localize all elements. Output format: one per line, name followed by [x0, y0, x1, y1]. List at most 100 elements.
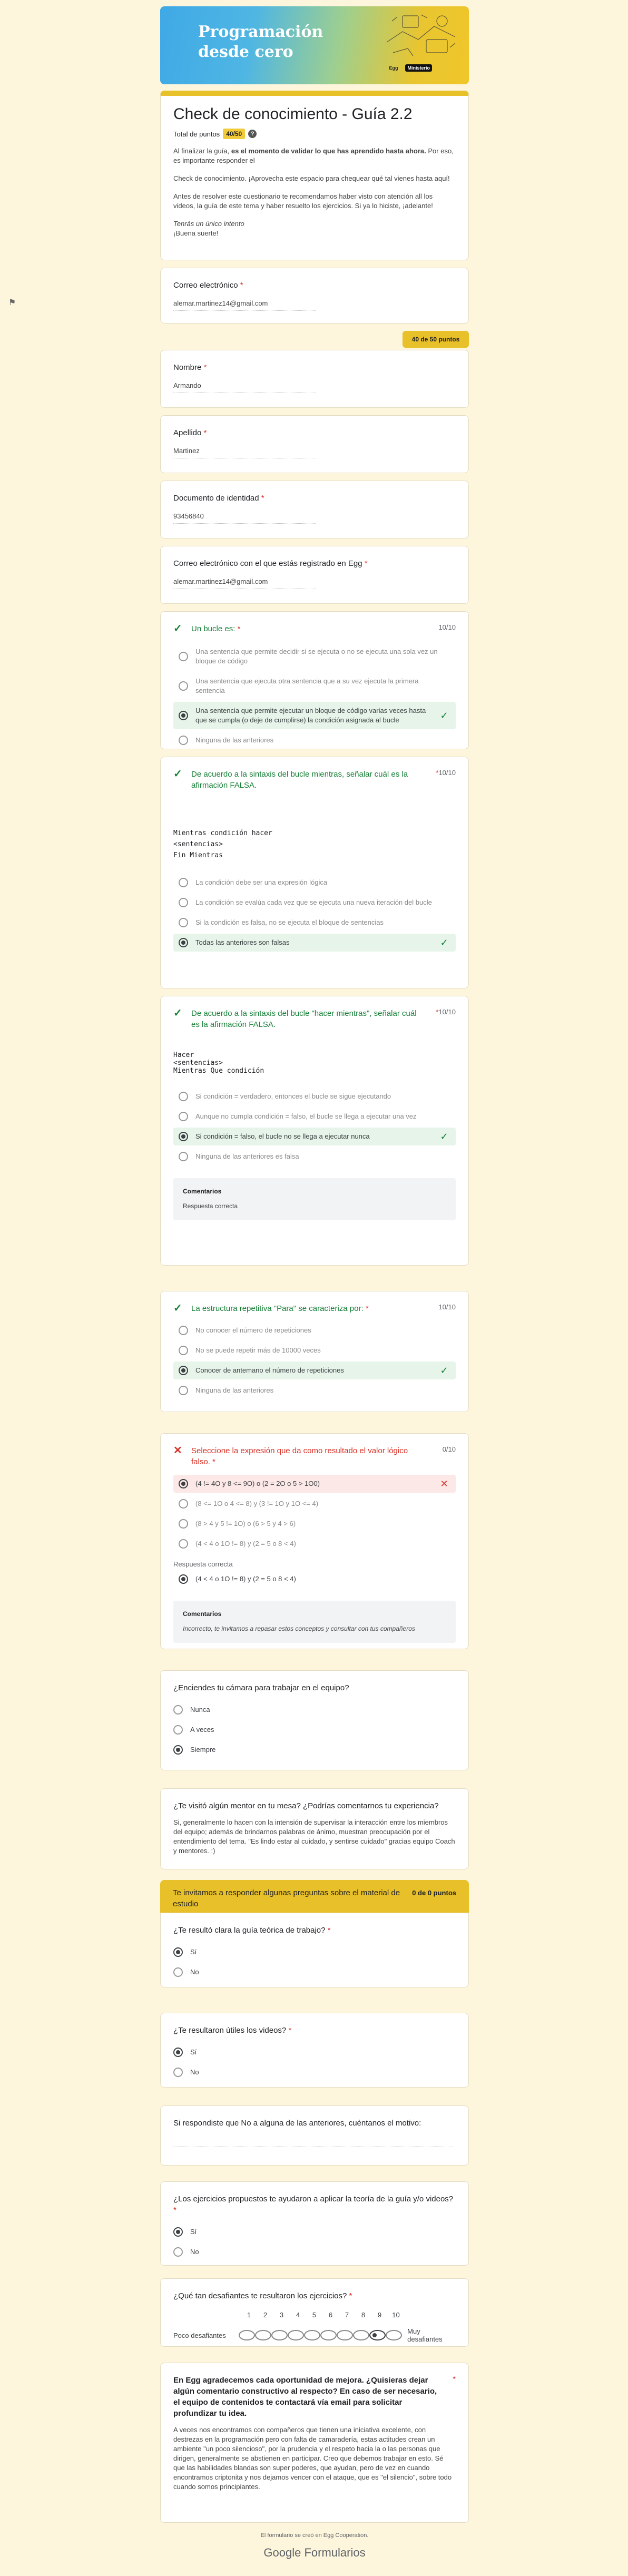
scale-option[interactable] — [386, 2330, 403, 2340]
question-score: 10/10 — [438, 623, 456, 631]
radio-icon — [179, 1112, 188, 1121]
option-selected-correct[interactable]: Conocer de antemano el número de repetic… — [173, 1362, 456, 1379]
scale-option[interactable] — [255, 2330, 272, 2340]
footer-note: El formulario se creó en Egg Cooperation… — [260, 2532, 369, 2539]
ministry-logo: Ministerio — [405, 64, 432, 72]
option[interactable]: Si la condición es falsa, no se ejecuta … — [173, 914, 456, 932]
scale-radio[interactable] — [271, 2330, 288, 2340]
option[interactable]: No — [173, 2243, 456, 2261]
option-selected-wrong[interactable]: (4 != 4O y 8 <= 9O) o (2 = 2O o 5 > 1O0)… — [173, 1475, 456, 1493]
question-bucle: ✓ Un bucle es: * 10/10 Una sentencia que… — [160, 611, 469, 749]
option[interactable]: No — [173, 2063, 456, 2081]
question-header: ✕ Seleccione la expresión que da como re… — [173, 1445, 456, 1467]
radio-icon — [173, 2068, 183, 2077]
scale-radio[interactable] — [255, 2330, 272, 2340]
scale-option[interactable] — [353, 2330, 370, 2340]
option[interactable]: (8 <= 1O o 4 <= 8) y (3 != 1O y 1O <= 4) — [173, 1495, 456, 1513]
scale-radio[interactable] — [353, 2330, 370, 2340]
question-score: *10/10 — [436, 1008, 456, 1016]
question-header: ✓ De acuerdo a la sintaxis del bucle mie… — [173, 769, 456, 791]
email-field[interactable]: alemar.martinez14@gmail.com — [173, 299, 316, 311]
radio-selected-icon — [179, 1132, 188, 1141]
question-title: En Egg agradecemos cada oportunidad de m… — [173, 2376, 437, 2418]
option[interactable]: (4 < 4 o 1O != 8) y (2 = 5 o 8 < 4) — [173, 1535, 456, 1553]
question-title: Seleccione la expresión que da como resu… — [191, 1446, 408, 1466]
scale-option[interactable] — [239, 2330, 256, 2340]
email-label: Correo electrónico * — [173, 281, 243, 290]
intro-text-a: Al finalizar la guía, — [173, 147, 230, 155]
option[interactable]: Si condición = verdadero, entonces el bu… — [173, 1088, 456, 1105]
options-list: Sí No — [173, 2223, 456, 2261]
scale-radio[interactable] — [288, 2330, 305, 2340]
scale-number: 10 — [392, 2311, 400, 2319]
option[interactable]: Una sentencia que permite decidir si se … — [173, 643, 456, 670]
apellido-label: Apellido * — [173, 428, 207, 437]
radio-icon — [179, 1092, 188, 1101]
scale-option[interactable] — [369, 2330, 386, 2340]
form-title-card: Check de conocimiento - Guía 2.2 Total d… — [160, 91, 469, 260]
options-list: Una sentencia que permite decidir si se … — [173, 643, 456, 749]
scale-radio[interactable] — [337, 2330, 354, 2340]
question-title: La estructura repetitiva "Para" se carac… — [191, 1304, 369, 1313]
scale-radio[interactable] — [304, 2330, 321, 2340]
option-selected[interactable]: Sí — [173, 2223, 456, 2241]
motivo-field[interactable] — [173, 2143, 453, 2147]
radio-selected-icon — [179, 1366, 188, 1375]
radio-selected-icon — [179, 1574, 188, 1584]
google-forms-logo[interactable]: Google Formularios — [160, 2546, 469, 2560]
scale-row: Poco desafiantes Muy desafiantes — [173, 2327, 456, 2343]
question-hacer-mientras: ✓ De acuerdo a la sintaxis del bucle "ha… — [160, 996, 469, 1266]
feedback-title: Comentarios — [183, 1188, 222, 1195]
option[interactable]: No — [173, 1963, 456, 1981]
intro-paragraph-3: Antes de resolver este cuestionario te r… — [173, 192, 433, 210]
section-points: 0 de 0 puntos — [412, 1889, 456, 1897]
option-selected[interactable]: Sí — [173, 1943, 456, 1961]
question-header: En Egg agradecemos cada oportunidad de m… — [173, 2375, 456, 2418]
scale-option[interactable] — [271, 2330, 288, 2340]
scale-radio[interactable] — [386, 2330, 403, 2340]
option[interactable]: Ninguna de las anteriores — [173, 1382, 456, 1399]
mejora-answer[interactable]: A veces nos encontramos con compañeros q… — [173, 2425, 456, 2492]
help-icon[interactable]: ? — [248, 130, 257, 138]
scale-radio[interactable] — [239, 2330, 256, 2340]
option[interactable]: Aunque no cumpla condición = falso, el b… — [173, 1108, 456, 1125]
scale-number: 9 — [377, 2311, 382, 2319]
scale-option[interactable] — [304, 2330, 321, 2340]
documento-field[interactable]: 93456840 — [173, 512, 316, 524]
option-selected[interactable]: Siempre — [173, 1741, 456, 1759]
question-mejora: En Egg agradecemos cada oportunidad de m… — [160, 2363, 469, 2523]
apellido-field[interactable]: Martinez — [173, 447, 316, 458]
option[interactable]: Una sentencia que ejecuta otra sentencia… — [173, 672, 456, 700]
scale-option[interactable] — [337, 2330, 354, 2340]
scale-radio-selected[interactable] — [369, 2330, 386, 2340]
scale-option[interactable] — [288, 2330, 305, 2340]
question-motivo: Si respondiste que No a alguna de las an… — [160, 2105, 469, 2166]
banner-title: Programación desde cero — [198, 23, 323, 61]
option-selected-correct[interactable]: Si condición = falso, el bucle no se lle… — [173, 1128, 456, 1145]
option-selected-correct[interactable]: Todas las anteriores son falsas ✓ — [173, 934, 456, 952]
radio-selected-icon — [179, 938, 188, 947]
option-selected[interactable]: Sí — [173, 2043, 456, 2061]
option[interactable]: Nunca — [173, 1701, 456, 1719]
option[interactable]: No se puede repetir más de 10000 veces — [173, 1341, 456, 1359]
scale-radio[interactable] — [320, 2330, 337, 2340]
scale-option[interactable] — [320, 2330, 337, 2340]
report-issue-icon[interactable]: ⚑ — [6, 297, 18, 309]
mentor-answer[interactable]: Si, generalmente lo hacen con la intensi… — [173, 1818, 456, 1856]
option[interactable]: No conocer el número de repeticiones — [173, 1321, 456, 1339]
option[interactable]: Ninguna de las anteriores — [173, 731, 456, 749]
radio-icon — [179, 1499, 188, 1509]
nombre-field[interactable]: Armando — [173, 381, 316, 393]
egg-email-field[interactable]: alemar.martinez14@gmail.com — [173, 577, 316, 589]
option[interactable]: (8 > 4 y 5 != 1O) o (6 > 5 y 4 > 6) — [173, 1515, 456, 1533]
option[interactable]: Ninguna de las anteriores es falsa — [173, 1148, 456, 1165]
radio-icon — [179, 918, 188, 927]
option[interactable]: La condición debe ser una expresión lógi… — [173, 874, 456, 892]
option-selected-correct[interactable]: Una sentencia que permite ejecutar un bl… — [173, 702, 456, 729]
radio-selected-icon — [173, 2048, 183, 2057]
question-score: 10/10 — [438, 1303, 456, 1311]
scale-numbers: 1 2 3 4 5 6 7 8 9 10 — [241, 2311, 456, 2319]
option[interactable]: La condición se evalúa cada vez que se e… — [173, 894, 456, 912]
option[interactable]: A veces — [173, 1721, 456, 1739]
question-score: 0/10 — [442, 1445, 456, 1453]
